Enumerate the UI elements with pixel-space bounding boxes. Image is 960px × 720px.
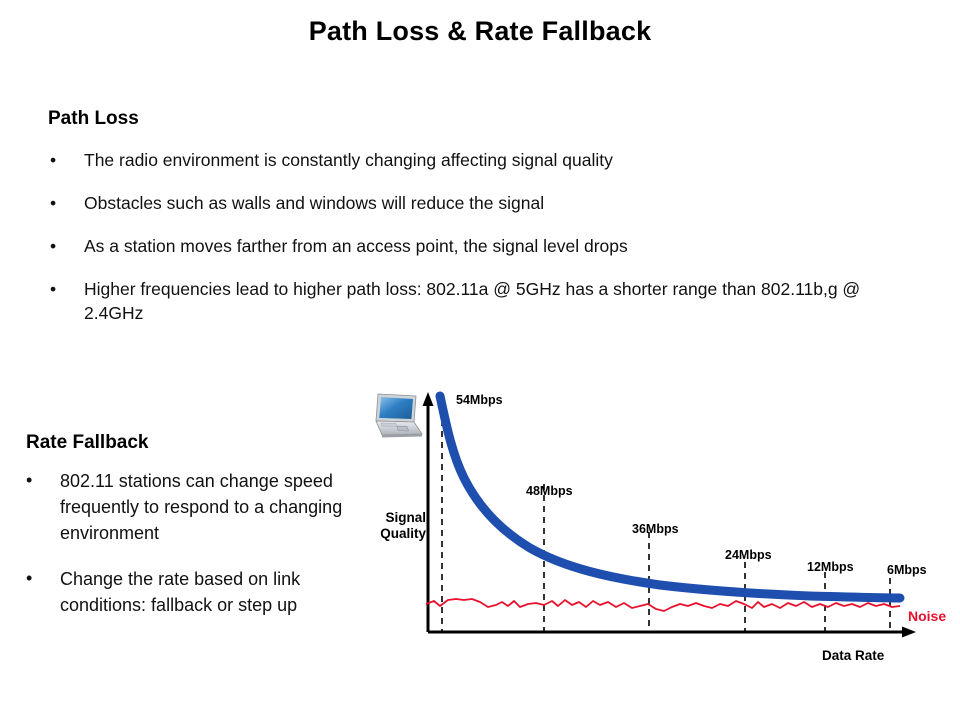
rate-label-6mbps: 6Mbps: [887, 563, 927, 577]
laptop-icon: [372, 390, 424, 442]
rate-label-54mbps: 54Mbps: [456, 393, 503, 407]
list-item: • Change the rate based on link conditio…: [26, 566, 346, 618]
list-item-text: As a station moves farther from an acces…: [84, 235, 628, 256]
list-item: • 802.11 stations can change speed frequ…: [26, 468, 346, 546]
list-item: • Higher frequencies lead to higher path…: [48, 277, 918, 327]
path-loss-heading: Path Loss: [48, 108, 139, 129]
list-item-text: The radio environment is constantly chan…: [84, 150, 613, 170]
page-title: Path Loss & Rate Fallback: [308, 16, 652, 46]
x-axis: [428, 626, 916, 638]
rate-fallback-heading: Rate Fallback: [26, 432, 149, 453]
y-axis-title-line1: Signal: [385, 510, 426, 525]
rate-label-48mbps: 48Mbps: [526, 484, 573, 498]
rate-label-12mbps: 12Mbps: [807, 560, 854, 574]
list-item: • Obstacles such as walls and windows wi…: [48, 191, 918, 216]
bullet-dot-icon: •: [50, 278, 57, 299]
x-axis-title: Data Rate: [822, 648, 885, 663]
bullet-dot-icon: •: [50, 150, 57, 170]
rate-fallback-section: Rate Fallback • 802.11 stations can chan…: [26, 432, 346, 638]
bullet-dot-icon: •: [26, 568, 33, 589]
rate-fallback-chart: Signal Quality Data Rate Noise 54Mbps 48…: [360, 380, 960, 680]
rate-label-24mbps: 24Mbps: [725, 548, 772, 562]
y-axis-title-line2: Quality: [380, 525, 426, 541]
bullet-dot-icon: •: [26, 470, 33, 490]
y-axis-title: Signal Quality: [374, 510, 426, 542]
noise-label: Noise: [908, 608, 947, 624]
path-loss-section: Path Loss • The radio environment is con…: [48, 108, 918, 344]
list-item-text: Higher frequencies lead to higher path l…: [84, 278, 861, 324]
rate-label-36mbps: 36Mbps: [632, 522, 679, 536]
list-item-text: Change the rate based on link conditions…: [60, 569, 301, 616]
bullet-dot-icon: •: [50, 235, 57, 256]
list-item: • The radio environment is constantly ch…: [48, 148, 918, 173]
bullet-dot-icon: •: [50, 192, 57, 213]
list-item-text: Obstacles such as walls and windows will…: [84, 192, 545, 213]
list-item-text: 802.11 stations can change speed frequen…: [60, 471, 343, 544]
list-item: • As a station moves farther from an acc…: [48, 234, 918, 259]
